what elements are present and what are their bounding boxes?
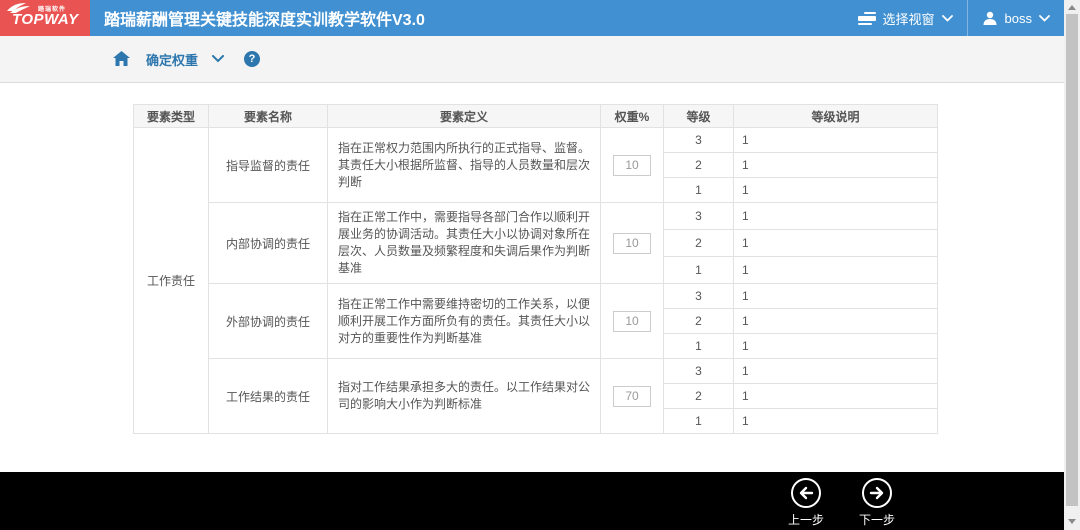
- scroll-down-icon[interactable]: [1068, 519, 1076, 524]
- level-cell: 2: [664, 153, 734, 178]
- level-cell: 3: [664, 359, 734, 384]
- level-description-cell: 1: [734, 128, 938, 153]
- table-row: 外部协调的责任指在正常工作中需要维持密切的工作关系，以便顺利开展工作方面所负有的…: [134, 284, 938, 309]
- weight-cell: [601, 128, 664, 203]
- level-description-cell: 1: [734, 153, 938, 178]
- scroll-up-icon[interactable]: [1068, 5, 1076, 10]
- level-description-cell: 1: [734, 384, 938, 409]
- factor-name-cell: 工作结果的责任: [209, 359, 328, 434]
- breadcrumb[interactable]: 确定权重: [146, 50, 198, 69]
- weight-input[interactable]: [613, 311, 651, 332]
- weight-input[interactable]: [613, 386, 651, 407]
- level-description-cell: 1: [734, 203, 938, 230]
- weight-input[interactable]: [613, 233, 651, 254]
- level-cell: 3: [664, 284, 734, 309]
- header-right: 选择视窗 boss: [844, 0, 1064, 36]
- logo: 踏瑞软件 TOPWAY: [0, 0, 90, 36]
- factor-definition-cell: 指对工作结果承担多大的责任。以工作结果对公司的影响大小作为判断标准: [328, 359, 601, 434]
- level-cell: 1: [664, 334, 734, 359]
- weight-cell: [601, 284, 664, 359]
- logo-brand-text: TOPWAY: [12, 11, 79, 28]
- app-window: 踏瑞软件 TOPWAY 踏瑞薪酬管理关键技能深度实训教学软件V3.0 选择视窗 …: [0, 0, 1080, 530]
- col-header-weight: 权重%: [601, 105, 664, 128]
- level-cell: 2: [664, 384, 734, 409]
- next-step-button[interactable]: 下一步: [855, 478, 899, 528]
- chevron-down-icon[interactable]: [212, 55, 224, 63]
- vertical-scrollbar[interactable]: [1064, 0, 1080, 530]
- weight-cell: [601, 203, 664, 284]
- table-row: 内部协调的责任指在正常工作中，需要指导各部门合作以顺利开展业务的协调活动。其责任…: [134, 203, 938, 230]
- window-select-icon: [858, 10, 876, 27]
- home-icon[interactable]: [113, 51, 130, 67]
- level-cell: 1: [664, 257, 734, 284]
- factor-definition-cell: 指在正常权力范围内所执行的正式指导、监督。其责任大小根据所监督、指导的人员数量和…: [328, 128, 601, 203]
- factor-name-cell: 外部协调的责任: [209, 284, 328, 359]
- footer-bar: 上一步 下一步: [0, 472, 1064, 530]
- help-icon[interactable]: ?: [244, 51, 260, 67]
- col-header-factor-definition: 要素定义: [328, 105, 601, 128]
- table-row: 工作责任指导监督的责任指在正常权力范围内所执行的正式指导、监督。其责任大小根据所…: [134, 128, 938, 153]
- level-description-cell: 1: [734, 409, 938, 434]
- user-name: boss: [1005, 11, 1032, 26]
- table-row: 工作结果的责任指对工作结果承担多大的责任。以工作结果对公司的影响大小作为判断标准…: [134, 359, 938, 384]
- col-header-factor-type: 要素类型: [134, 105, 209, 128]
- user-icon: [982, 10, 998, 26]
- user-menu[interactable]: boss: [968, 0, 1064, 36]
- window-select-dropdown[interactable]: 选择视窗: [844, 0, 967, 36]
- level-description-cell: 1: [734, 284, 938, 309]
- factor-type-cell: 工作责任: [134, 128, 209, 434]
- level-cell: 3: [664, 128, 734, 153]
- scrollbar-thumb[interactable]: [1066, 14, 1078, 506]
- prev-step-label: 上一步: [784, 511, 828, 528]
- col-header-level-description: 等级说明: [734, 105, 938, 128]
- level-description-cell: 1: [734, 359, 938, 384]
- factor-definition-cell: 指在正常工作中，需要指导各部门合作以顺利开展业务的协调活动。其责任大小以协调对象…: [328, 203, 601, 284]
- level-description-cell: 1: [734, 230, 938, 257]
- level-cell: 1: [664, 178, 734, 203]
- level-cell: 1: [664, 409, 734, 434]
- factor-weight-table: 要素类型 要素名称 要素定义 权重% 等级 等级说明 工作责任指导监督的责任指在…: [133, 104, 938, 434]
- level-cell: 2: [664, 230, 734, 257]
- chevron-down-icon: [942, 15, 953, 22]
- factor-name-cell: 指导监督的责任: [209, 128, 328, 203]
- next-step-label: 下一步: [855, 511, 899, 528]
- prev-step-button[interactable]: 上一步: [784, 478, 828, 528]
- table-header-row: 要素类型 要素名称 要素定义 权重% 等级 等级说明: [134, 105, 938, 128]
- breadcrumb-bar: 确定权重 ?: [0, 36, 1064, 83]
- level-description-cell: 1: [734, 178, 938, 203]
- factor-definition-cell: 指在正常工作中需要维持密切的工作关系，以便顺利开展工作方面所负有的责任。其责任大…: [328, 284, 601, 359]
- col-header-factor-name: 要素名称: [209, 105, 328, 128]
- chevron-down-icon: [1039, 15, 1050, 22]
- factor-table-body: 工作责任指导监督的责任指在正常权力范围内所执行的正式指导、监督。其责任大小根据所…: [134, 128, 938, 434]
- level-description-cell: 1: [734, 257, 938, 284]
- level-description-cell: 1: [734, 309, 938, 334]
- level-cell: 2: [664, 309, 734, 334]
- factor-name-cell: 内部协调的责任: [209, 203, 328, 284]
- weight-input[interactable]: [613, 155, 651, 176]
- level-description-cell: 1: [734, 334, 938, 359]
- arrow-right-icon: [862, 478, 892, 508]
- page-title: 踏瑞薪酬管理关键技能深度实训教学软件V3.0: [90, 6, 425, 30]
- app-header: 踏瑞软件 TOPWAY 踏瑞薪酬管理关键技能深度实训教学软件V3.0 选择视窗 …: [0, 0, 1064, 36]
- window-select-label: 选择视窗: [883, 9, 935, 28]
- col-header-level: 等级: [664, 105, 734, 128]
- level-cell: 3: [664, 203, 734, 230]
- weight-cell: [601, 359, 664, 434]
- arrow-left-icon: [791, 478, 821, 508]
